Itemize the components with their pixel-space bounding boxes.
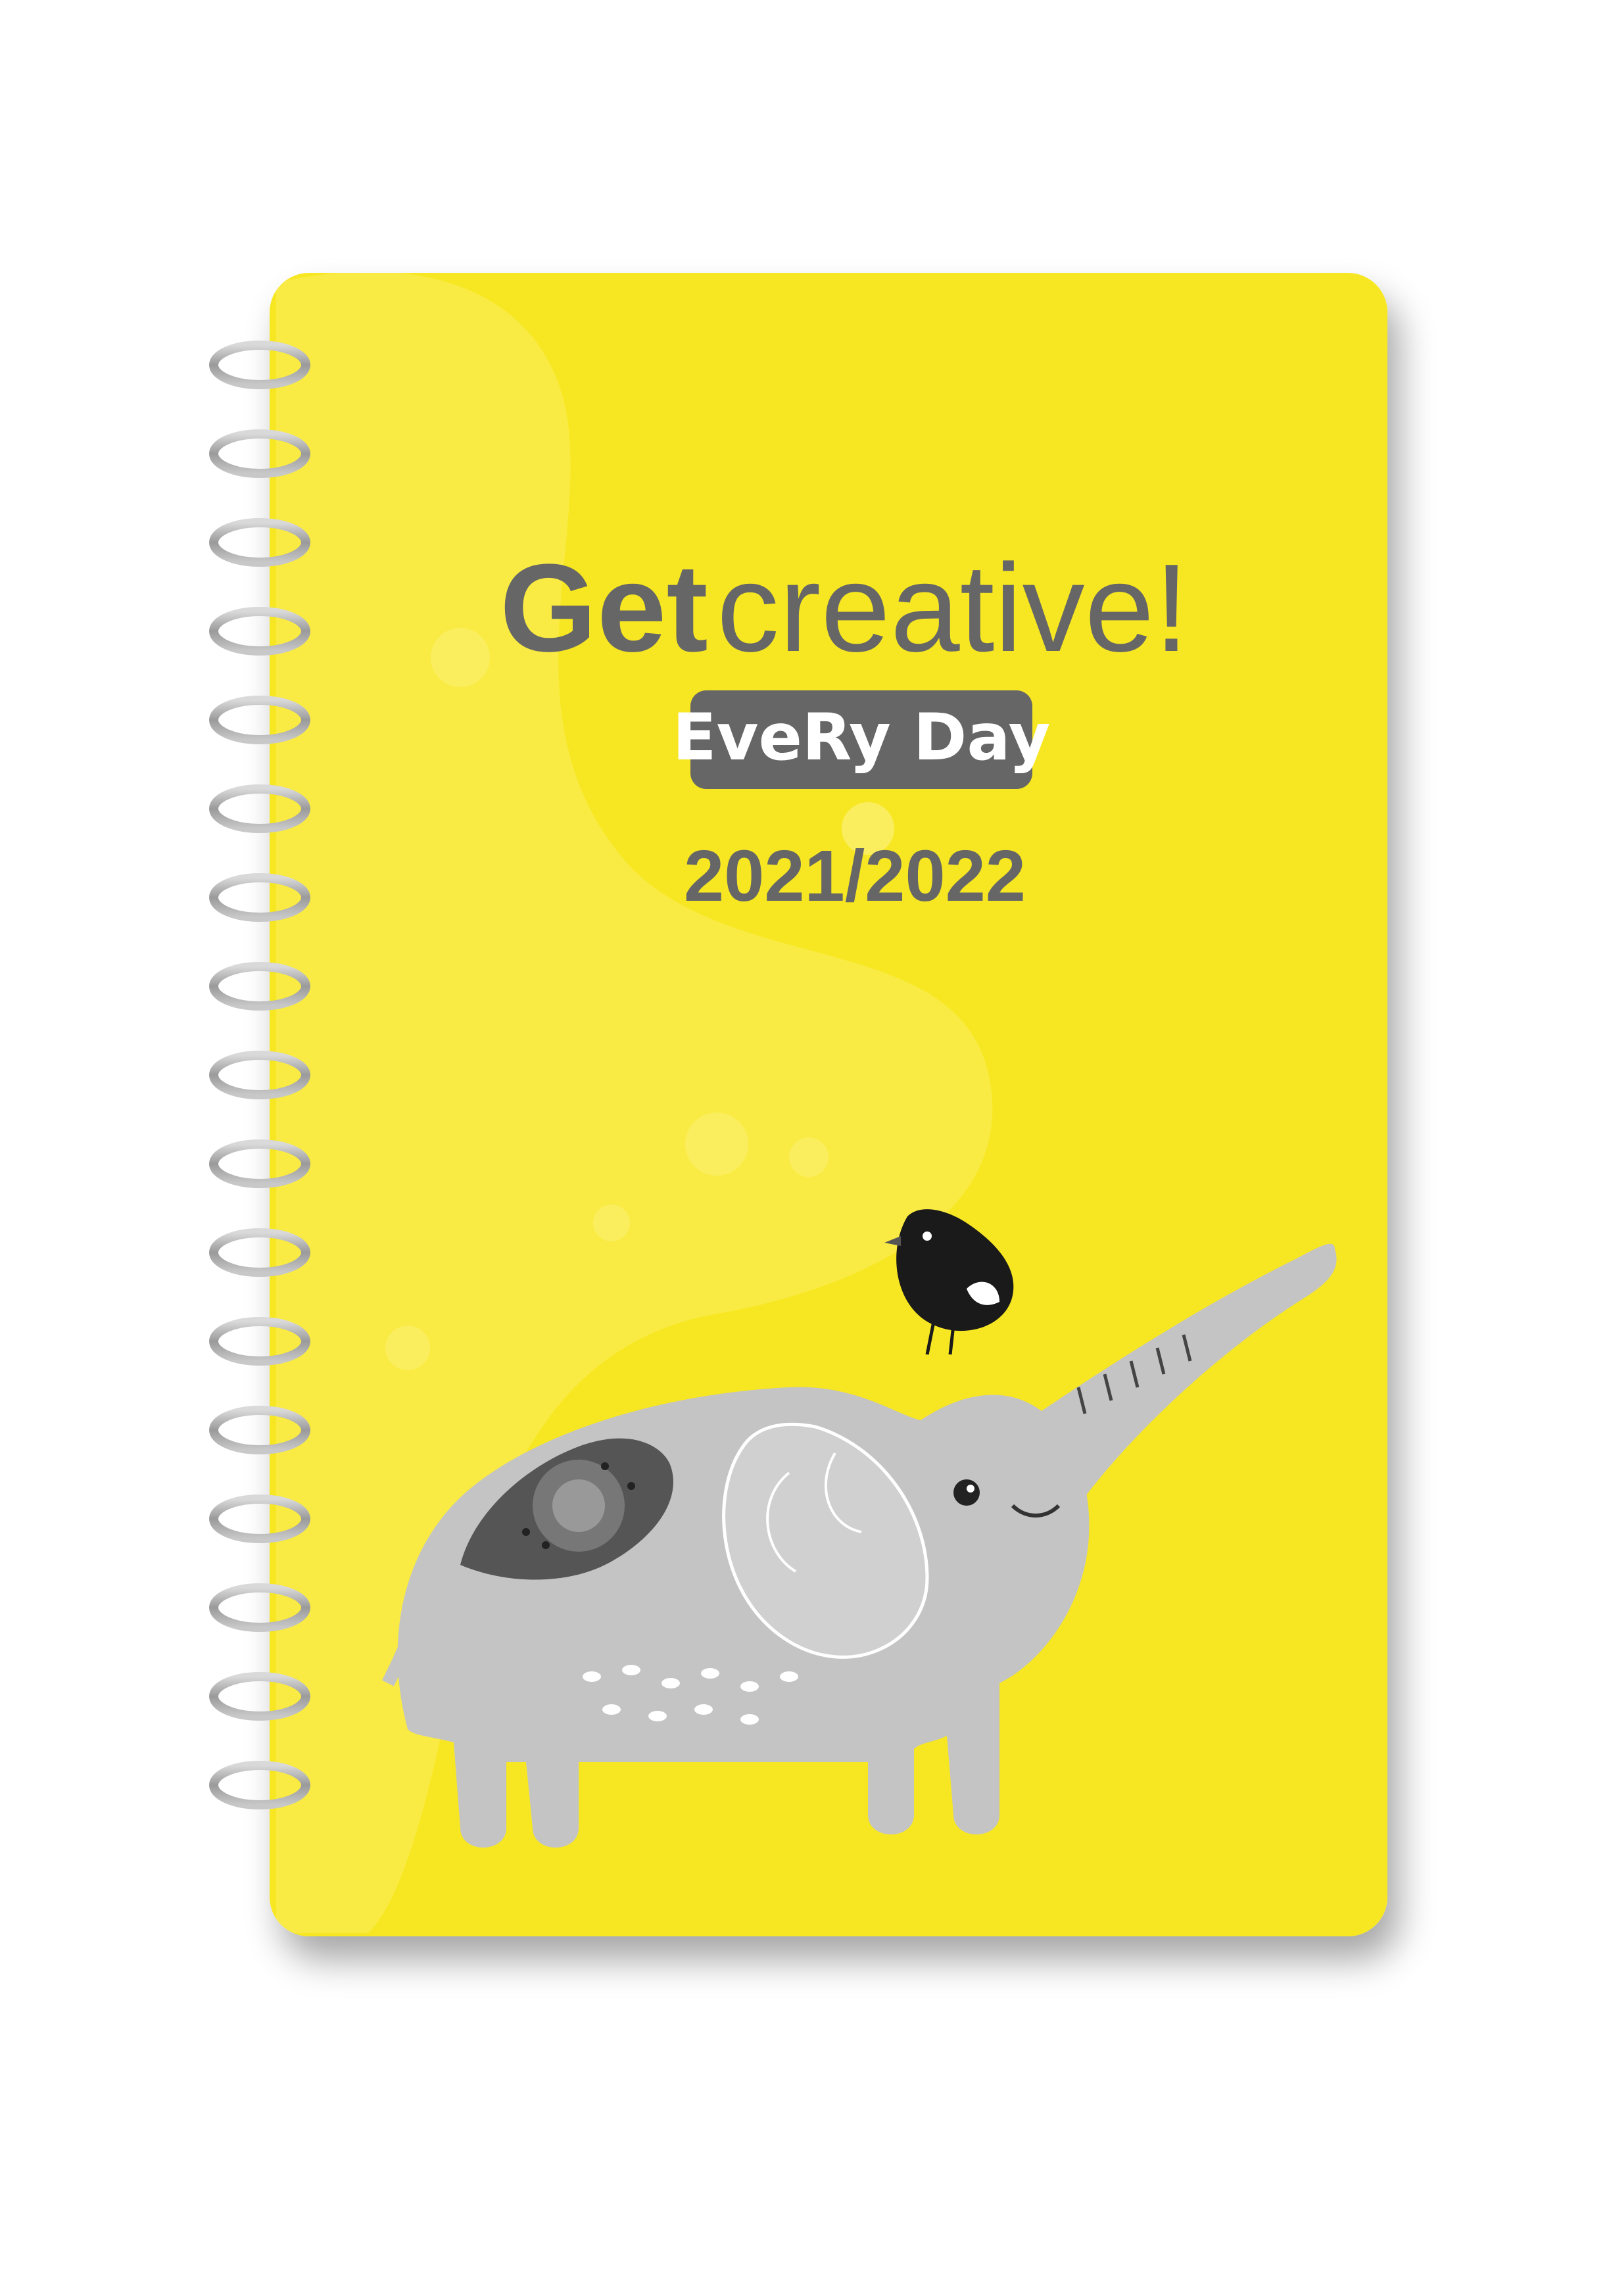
tagline-badge: EveRy Day	[673, 690, 1051, 789]
elephant-eye	[953, 1479, 980, 1506]
title-rest: creative!	[717, 538, 1189, 678]
planner-photo: Get creative! EveRy Day 2021/2022	[209, 273, 1387, 1936]
tagline-text: EveRy Day	[673, 700, 1051, 775]
title-bold: Get	[500, 538, 708, 678]
year-text: 2021/2022	[684, 836, 1026, 917]
